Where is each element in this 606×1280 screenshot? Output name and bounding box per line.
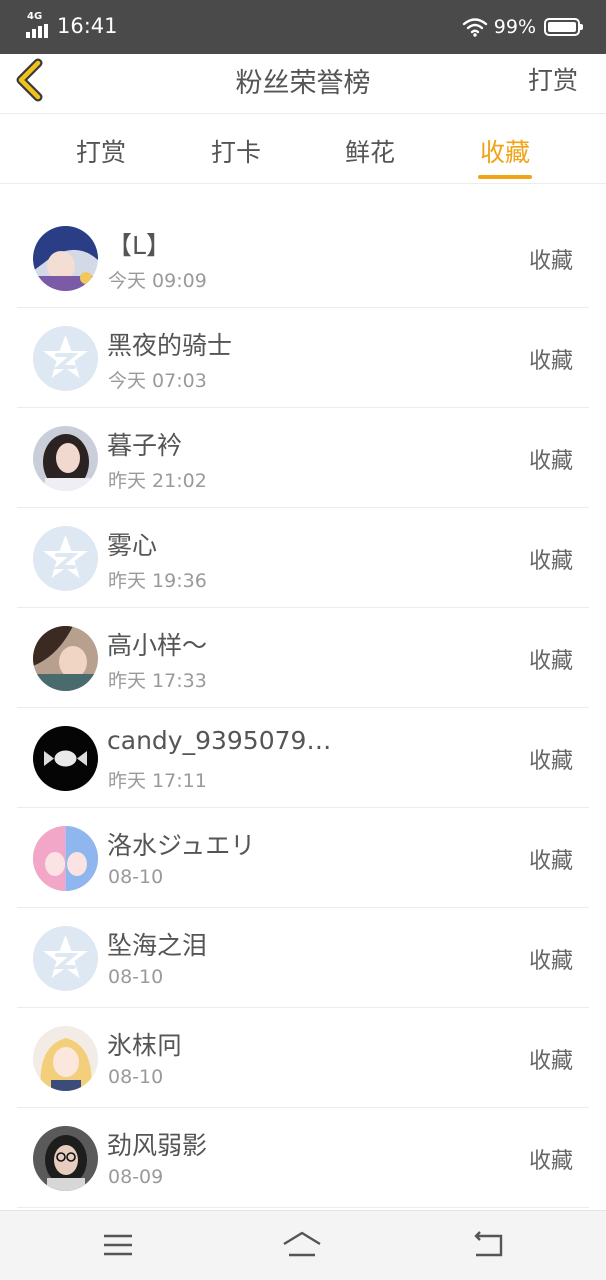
tab-checkin[interactable]: 打卡 [186, 133, 286, 169]
avatar[interactable] [33, 426, 98, 491]
fan-action: 收藏 [528, 449, 573, 474]
avatar-image [33, 426, 98, 491]
list-item[interactable]: 劲风弱影 08-09 收藏 [17, 1108, 589, 1208]
wifi-icon [462, 18, 487, 37]
list-item[interactable]: 雾心 昨天 19:36 收藏 [17, 508, 589, 608]
fan-name: 氷枺冋 [107, 1031, 183, 1060]
fan-name: candy_9395079… [107, 726, 332, 755]
avatar[interactable] [33, 1126, 98, 1191]
fan-action: 收藏 [528, 949, 573, 974]
battery-icon [544, 18, 583, 36]
menu-button[interactable] [96, 1227, 140, 1263]
avatar-image [33, 1026, 98, 1091]
fan-action: 收藏 [528, 1149, 573, 1174]
status-left: 4G 16:41 [26, 11, 118, 38]
battery-level [548, 22, 576, 32]
list-item[interactable]: 氷枺冋 08-10 收藏 [17, 1008, 589, 1108]
page-title: 粉丝荣誉榜 [235, 68, 371, 99]
fan-name: 【L】 [107, 231, 171, 260]
tab-reward[interactable]: 打赏 [51, 133, 151, 169]
list-item[interactable]: 黑夜的骑士 今天 07:03 收藏 [17, 308, 589, 408]
fan-time: 昨天 19:36 [108, 570, 207, 592]
system-nav-bar [0, 1210, 606, 1280]
fan-name: 坠海之泪 [107, 931, 208, 960]
status-bar: 4G 16:41 99% [0, 0, 606, 54]
avatar[interactable] [33, 726, 98, 791]
avatar[interactable] [33, 226, 98, 291]
fan-time: 今天 07:03 [108, 370, 207, 392]
fan-action: 收藏 [528, 749, 573, 774]
avatar-image [33, 1126, 98, 1191]
fan-name: 洛水ジュエリ [107, 831, 256, 860]
fan-name: 雾心 [107, 531, 158, 560]
fan-action: 收藏 [528, 549, 573, 574]
fan-list: 【L】 今天 09:09 收藏 黑夜的骑士 今天 07:03 收藏 暮子衿 昨天… [17, 208, 589, 1208]
tab-favorites[interactable]: 收藏 [455, 133, 555, 169]
home-icon [283, 1231, 321, 1257]
fan-action: 收藏 [528, 249, 573, 274]
active-tab-indicator [478, 175, 532, 179]
fan-action: 收藏 [528, 1049, 573, 1074]
fan-name: 高小样～ [107, 631, 208, 660]
fan-time: 今天 09:09 [108, 270, 207, 292]
candy-icon [33, 726, 98, 791]
fan-action: 收藏 [528, 649, 573, 674]
default-avatar-icon[interactable] [33, 926, 98, 991]
nav-bar: 粉丝荣誉榜 打赏 [0, 54, 606, 114]
back-icon [474, 1231, 503, 1257]
status-right: 99% [462, 14, 583, 40]
fan-name: 劲风弱影 [107, 1131, 208, 1160]
status-time: 16:41 [57, 14, 118, 38]
network-type: 4G [27, 11, 43, 22]
list-item[interactable]: candy_9395079… 昨天 17:11 收藏 [17, 708, 589, 808]
fan-time: 昨天 17:33 [108, 670, 207, 692]
fan-name: 暮子衿 [107, 431, 183, 460]
fan-time: 08-10 [108, 1066, 164, 1088]
menu-icon [104, 1234, 132, 1256]
fan-time: 昨天 21:02 [108, 470, 207, 492]
tab-bar: 打赏 打卡 鲜花 收藏 [0, 115, 606, 184]
fan-time: 08-10 [108, 966, 164, 988]
avatar-image [33, 826, 98, 891]
tab-flowers[interactable]: 鲜花 [320, 133, 420, 169]
avatar[interactable] [33, 1026, 98, 1091]
fan-time: 08-09 [108, 1166, 164, 1188]
list-item[interactable]: 高小样～ 昨天 17:33 收藏 [17, 608, 589, 708]
reward-button[interactable]: 打赏 [528, 61, 578, 97]
avatar[interactable] [33, 826, 98, 891]
cellular-signal-icon: 4G [26, 11, 52, 38]
battery-percent: 99% [493, 16, 536, 38]
system-back-button[interactable] [466, 1227, 510, 1263]
fan-name: 黑夜的骑士 [107, 331, 233, 360]
home-button[interactable] [280, 1227, 324, 1263]
default-avatar-icon[interactable] [33, 526, 98, 591]
avatar-image [33, 226, 98, 291]
fan-time: 昨天 17:11 [108, 770, 207, 792]
avatar[interactable] [33, 626, 98, 691]
fan-action: 收藏 [528, 349, 573, 374]
avatar-image [33, 626, 98, 691]
fan-action: 收藏 [528, 849, 573, 874]
list-item[interactable]: 洛水ジュエリ 08-10 收藏 [17, 808, 589, 908]
fan-time: 08-10 [108, 866, 164, 888]
list-item[interactable]: 【L】 今天 09:09 收藏 [17, 208, 589, 308]
default-avatar-icon[interactable] [33, 326, 98, 391]
list-item[interactable]: 坠海之泪 08-10 收藏 [17, 908, 589, 1008]
list-item[interactable]: 暮子衿 昨天 21:02 收藏 [17, 408, 589, 508]
